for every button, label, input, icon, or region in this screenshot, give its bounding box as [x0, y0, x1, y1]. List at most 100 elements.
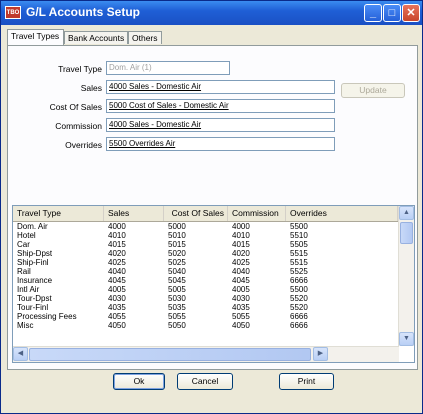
- maximize-button[interactable]: □: [383, 4, 401, 22]
- cell-cost-of-sales: 5025: [168, 258, 186, 267]
- cell-commission: 4005: [232, 285, 250, 294]
- cell-cost-of-sales: 5050: [168, 321, 186, 330]
- cell-cost-of-sales: 5015: [168, 240, 186, 249]
- cell-cost-of-sales: 5005: [168, 285, 186, 294]
- cell-cost-of-sales: 5035: [168, 303, 186, 312]
- cell-travel-type: Tour-Finl: [17, 303, 49, 312]
- cell-travel-type: Hotel: [17, 231, 36, 240]
- cell-sales: 4005: [108, 285, 126, 294]
- commission-label: Commission: [55, 121, 102, 131]
- cell-commission: 4050: [232, 321, 250, 330]
- commission-field[interactable]: 4000 Sales - Domestic Air: [106, 118, 335, 132]
- column-header-commission[interactable]: Commission: [228, 206, 286, 221]
- cell-overrides: 5515: [290, 258, 308, 267]
- cell-overrides: 5500: [290, 222, 308, 231]
- travel-types-grid[interactable]: Travel Type Sales Cost Of Sales Commissi…: [12, 205, 415, 363]
- cell-sales: 4035: [108, 303, 126, 312]
- close-button[interactable]: ✕: [402, 4, 420, 22]
- column-header-cost-of-sales[interactable]: Cost Of Sales: [164, 206, 228, 221]
- ok-button[interactable]: Ok: [113, 373, 165, 390]
- horizontal-scrollbar[interactable]: ◀ ▶: [13, 346, 399, 362]
- cell-commission: 4015: [232, 240, 250, 249]
- cell-commission: 5055: [232, 312, 250, 321]
- cancel-button[interactable]: Cancel: [177, 373, 233, 390]
- table-row[interactable]: Rail 4040 5040 4040 5525: [13, 267, 398, 276]
- gl-accounts-setup-window: TBO G/L Accounts Setup _ □ ✕ Travel Type…: [0, 0, 423, 414]
- table-row[interactable]: Insurance 4045 5045 4045 6666: [13, 276, 398, 285]
- cell-sales: 4000: [108, 222, 126, 231]
- sales-label: Sales: [80, 83, 102, 93]
- tab-bank-accounts[interactable]: Bank Accounts: [64, 31, 128, 44]
- cell-sales: 4015: [108, 240, 126, 249]
- table-row[interactable]: Ship-Dpst 4020 5020 4020 5515: [13, 249, 398, 258]
- cell-overrides: 5520: [290, 294, 308, 303]
- tab-others[interactable]: Others: [128, 31, 162, 44]
- cell-sales: 4010: [108, 231, 126, 240]
- table-row[interactable]: Ship-Finl 4025 5025 4025 5515: [13, 258, 398, 267]
- cell-commission: 4035: [232, 303, 250, 312]
- cell-overrides: 5510: [290, 231, 308, 240]
- cell-sales: 4020: [108, 249, 126, 258]
- print-button[interactable]: Print: [279, 373, 334, 390]
- cell-travel-type: Processing Fees: [17, 312, 77, 321]
- column-header-overrides[interactable]: Overrides: [286, 206, 398, 221]
- cell-cost-of-sales: 5000: [168, 222, 186, 231]
- app-logo-icon: TBO: [5, 6, 21, 19]
- table-row[interactable]: Tour-Finl 4035 5035 4035 5520: [13, 303, 398, 312]
- cell-overrides: 6666: [290, 312, 308, 321]
- table-row[interactable]: Misc 4050 5050 4050 6666: [13, 321, 398, 330]
- cost-of-sales-field[interactable]: 5000 Cost of Sales - Domestic Air: [106, 99, 335, 113]
- cell-cost-of-sales: 5040: [168, 267, 186, 276]
- vertical-scrollbar[interactable]: ▲ ▼: [398, 206, 414, 346]
- sales-account-field[interactable]: 4000 Sales - Domestic Air: [106, 80, 335, 94]
- cell-sales: 4050: [108, 321, 126, 330]
- cell-overrides: 5500: [290, 285, 308, 294]
- table-row[interactable]: Dom. Air 4000 5000 4000 5500: [13, 222, 398, 231]
- column-header-travel-type[interactable]: Travel Type: [13, 206, 104, 221]
- cell-travel-type: Rail: [17, 267, 31, 276]
- cell-overrides: 6666: [290, 276, 308, 285]
- cell-travel-type: Tour-Dpst: [17, 294, 52, 303]
- window-title: G/L Accounts Setup: [26, 5, 141, 19]
- cell-overrides: 5515: [290, 249, 308, 258]
- cell-overrides: 6666: [290, 321, 308, 330]
- scroll-left-icon[interactable]: ◀: [13, 347, 28, 361]
- column-header-sales[interactable]: Sales: [104, 206, 164, 221]
- cell-commission: 4025: [232, 258, 250, 267]
- overrides-field[interactable]: 5500 Overrides Air: [106, 137, 335, 151]
- tab-travel-types[interactable]: Travel Types: [7, 29, 64, 45]
- scroll-up-icon[interactable]: ▲: [399, 206, 414, 220]
- cell-sales: 4040: [108, 267, 126, 276]
- cell-sales: 4055: [108, 312, 126, 321]
- cell-travel-type: Insurance: [17, 276, 53, 285]
- cell-travel-type: Ship-Finl: [17, 258, 49, 267]
- cell-commission: 4020: [232, 249, 250, 258]
- cell-travel-type: Misc: [17, 321, 34, 330]
- horizontal-scroll-thumb[interactable]: [29, 348, 311, 361]
- cell-overrides: 5505: [290, 240, 308, 249]
- cell-cost-of-sales: 5010: [168, 231, 186, 240]
- cell-sales: 4030: [108, 294, 126, 303]
- vertical-scroll-thumb[interactable]: [400, 222, 413, 244]
- table-row[interactable]: Tour-Dpst 4030 5030 4030 5520: [13, 294, 398, 303]
- table-row[interactable]: Car 4015 5015 4015 5505: [13, 240, 398, 249]
- table-row[interactable]: Intl Air 4005 5005 4005 5500: [13, 285, 398, 294]
- title-bar[interactable]: TBO G/L Accounts Setup _ □ ✕: [1, 1, 422, 25]
- cell-sales: 4025: [108, 258, 126, 267]
- table-row[interactable]: Processing Fees 4055 5055 5055 6666: [13, 312, 398, 321]
- travel-type-field: Dom. Air (1): [106, 61, 230, 75]
- update-button[interactable]: Update: [341, 83, 405, 98]
- travel-type-label: Travel Type: [58, 64, 102, 74]
- cell-commission: 4040: [232, 267, 250, 276]
- travel-types-panel: Travel Type Dom. Air (1) Sales 4000 Sale…: [7, 45, 418, 370]
- cell-cost-of-sales: 5055: [168, 312, 186, 321]
- cell-sales: 4045: [108, 276, 126, 285]
- cell-cost-of-sales: 5030: [168, 294, 186, 303]
- cell-travel-type: Dom. Air: [17, 222, 48, 231]
- cell-commission: 4010: [232, 231, 250, 240]
- minimize-button[interactable]: _: [364, 4, 382, 22]
- cell-commission: 4030: [232, 294, 250, 303]
- table-row[interactable]: Hotel 4010 5010 4010 5510: [13, 231, 398, 240]
- scroll-right-icon[interactable]: ▶: [313, 347, 328, 361]
- scroll-down-icon[interactable]: ▼: [399, 332, 414, 346]
